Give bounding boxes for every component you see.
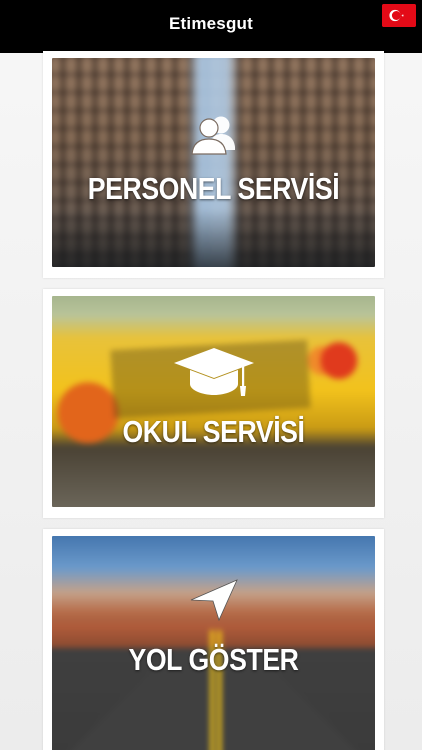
card-background-image: OKUL SERVİSİ xyxy=(52,296,375,507)
navigation-arrow-icon xyxy=(189,578,239,626)
card-overlay: PERSONEL SERVİSİ xyxy=(52,58,375,267)
card-background-image: YOL GÖSTER xyxy=(52,536,375,750)
card-label: YOL GÖSTER xyxy=(128,642,299,677)
graduation-cap-icon xyxy=(172,346,256,404)
menu-card-personel-servisi[interactable]: PERSONEL SERVİSİ xyxy=(43,51,384,278)
turkey-flag-icon[interactable] xyxy=(382,4,416,27)
card-overlay: YOL GÖSTER xyxy=(52,536,375,750)
app-screen: Etimesgut PERSONEL SERVİSİ OKUL SERVİSİ … xyxy=(0,0,422,750)
card-background-image: PERSONEL SERVİSİ xyxy=(52,58,375,267)
menu-card-okul-servisi[interactable]: OKUL SERVİSİ xyxy=(43,289,384,518)
menu-card-yol-goster[interactable]: YOL GÖSTER xyxy=(43,529,384,750)
card-overlay: OKUL SERVİSİ xyxy=(52,296,375,507)
page-title: Etimesgut xyxy=(169,14,253,33)
card-label: OKUL SERVİSİ xyxy=(122,414,305,449)
navigation-bar: Etimesgut xyxy=(0,0,422,53)
users-icon xyxy=(190,115,238,161)
card-label: PERSONEL SERVİSİ xyxy=(87,171,340,206)
